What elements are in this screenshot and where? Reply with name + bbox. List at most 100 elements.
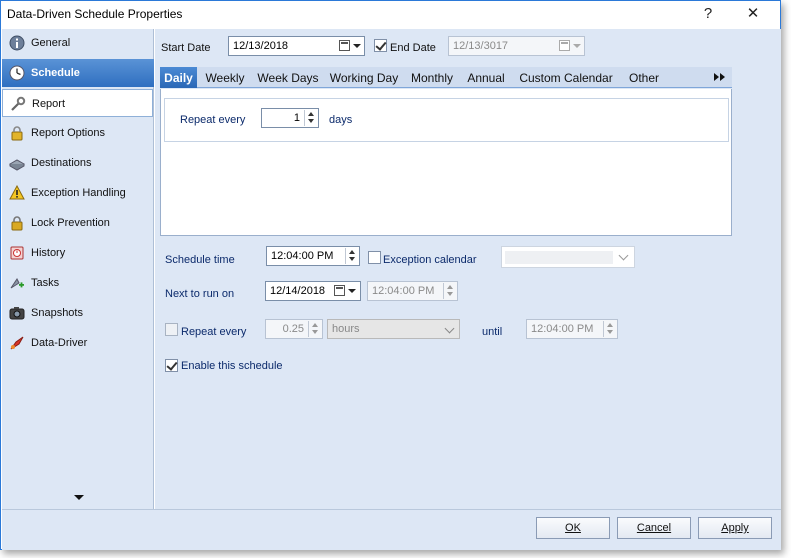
cancel-button-label: Cancel: [636, 522, 672, 534]
repeat-interval-value: 0.25: [282, 323, 304, 335]
repeat-every-days-label: Repeat every: [180, 114, 246, 126]
title-bar: Data-Driven Schedule Properties ? ✕: [1, 1, 780, 29]
hard-drive-icon: [9, 159, 25, 171]
repeat-every-group: Repeat every 1 days: [164, 98, 729, 142]
wrench-icon: [11, 96, 26, 111]
sidebar-item-label: Data-Driver: [31, 337, 88, 349]
stepper-arrows-icon[interactable]: [304, 110, 317, 126]
dialog-footer: OK Cancel Apply: [2, 509, 781, 550]
tab-other[interactable]: Other: [625, 67, 663, 88]
cancel-button[interactable]: Cancel: [617, 517, 691, 539]
apply-button[interactable]: Apply: [698, 517, 772, 539]
sidebar-item-label: History: [31, 247, 66, 259]
start-date-label: Start Date: [161, 42, 211, 54]
repeat-unit-value: hours: [332, 323, 360, 335]
sidebar-item-report-options[interactable]: Report Options: [2, 119, 154, 147]
recurrence-tabs: Daily Weekly Week Days Working Day Month…: [160, 67, 732, 88]
sidebar-item-snapshots[interactable]: Snapshots: [2, 299, 154, 327]
next-to-run-label: Next to run on: [165, 288, 235, 300]
schedule-time-label: Schedule time: [165, 254, 235, 266]
repeat-every-label: Repeat every: [181, 326, 247, 338]
sidebar-item-report[interactable]: Report: [2, 89, 153, 117]
stepper-arrows-icon[interactable]: [603, 321, 616, 337]
camera-icon: [9, 307, 25, 320]
schedule-panel: Start Date 12/13/2018 End Date 12/13/301…: [155, 29, 781, 509]
start-date-picker[interactable]: 12/13/2018: [228, 36, 365, 56]
warning-icon: [9, 185, 25, 200]
calendar-dropdown-icon[interactable]: [334, 284, 356, 298]
tab-working-day[interactable]: Working Day: [328, 67, 400, 88]
schedule-time-stepper[interactable]: 12:04:00 PM: [266, 246, 360, 266]
calendar-dropdown-icon[interactable]: [339, 39, 361, 53]
sidebar-item-lock-prevention[interactable]: Lock Prevention: [2, 209, 154, 237]
sidebar-item-general[interactable]: General: [2, 29, 154, 57]
close-button[interactable]: ✕: [738, 3, 768, 27]
stepper-arrows-icon[interactable]: [308, 321, 321, 337]
repeat-every-unit-label: days: [329, 114, 353, 126]
start-date-value: 12/13/2018: [233, 40, 289, 52]
sidebar-item-label: Snapshots: [31, 307, 83, 319]
repeat-unit-select[interactable]: hours: [327, 319, 460, 339]
sidebar-item-label: Report: [32, 98, 66, 110]
daily-tab-panel: Repeat every 1 days: [160, 89, 732, 236]
sidebar-item-label: Destinations: [31, 157, 92, 169]
window-title: Data-Driven Schedule Properties: [7, 7, 183, 21]
chevron-down-icon: [618, 250, 629, 261]
tab-weekly[interactable]: Weekly: [201, 67, 249, 88]
apply-button-label: Apply: [721, 522, 749, 534]
sidebar-more-arrow-icon[interactable]: [74, 495, 84, 500]
tab-custom-calendar[interactable]: Custom Calendar: [516, 67, 616, 88]
end-date-checkbox[interactable]: [374, 39, 387, 52]
enable-schedule-label: Enable this schedule: [181, 360, 283, 372]
tasks-icon: [10, 278, 24, 289]
info-icon: [9, 35, 25, 51]
sidebar-item-history[interactable]: History: [2, 239, 154, 267]
repeat-every-days-stepper[interactable]: 1: [261, 108, 319, 128]
sidebar-item-label: Tasks: [31, 277, 60, 289]
exception-calendar-label: Exception calendar: [383, 254, 477, 266]
until-time-value: 12:04:00 PM: [531, 323, 594, 335]
clock-icon: [9, 65, 25, 81]
exception-calendar-checkbox[interactable]: [368, 251, 381, 264]
tab-annual[interactable]: Annual: [465, 67, 507, 88]
sidebar-item-destinations[interactable]: Destinations: [2, 149, 154, 177]
enable-schedule-checkbox[interactable]: [165, 359, 178, 372]
sidebar-item-tasks[interactable]: Tasks: [2, 269, 154, 297]
repeat-every-days-value: 1: [293, 112, 300, 124]
lock-icon: [11, 126, 23, 141]
until-label: until: [482, 326, 503, 338]
stepper-arrows-icon[interactable]: [345, 248, 358, 264]
help-button[interactable]: ?: [693, 3, 723, 27]
sidebar-item-schedule[interactable]: Schedule: [2, 59, 154, 87]
padlock-icon: [11, 216, 23, 231]
next-run-time-stepper[interactable]: 12:04:00 PM: [367, 281, 458, 301]
dialog-window: Data-Driven Schedule Properties ? ✕ Gene…: [0, 0, 781, 550]
next-run-time-value: 12:04:00 PM: [372, 285, 435, 297]
sidebar-item-exception-handling[interactable]: Exception Handling: [2, 179, 154, 207]
sidebar-item-label: Lock Prevention: [31, 217, 110, 229]
chevron-down-icon: [444, 323, 455, 334]
repeat-every-checkbox[interactable]: [165, 323, 178, 336]
sidebar-item-data-driver[interactable]: Data-Driver: [2, 329, 154, 357]
repeat-interval-stepper[interactable]: 0.25: [265, 319, 323, 339]
tab-monthly[interactable]: Monthly: [408, 67, 456, 88]
end-date-value: 12/13/3017: [453, 40, 509, 52]
ok-button-label: OK: [565, 522, 581, 534]
schedule-time-value: 12:04:00 PM: [271, 250, 334, 262]
sidebar-item-label: Schedule: [31, 67, 80, 79]
tab-scroll-right-icon[interactable]: [714, 73, 726, 82]
stepper-arrows-icon[interactable]: [443, 283, 456, 299]
tab-daily[interactable]: Daily: [160, 67, 197, 88]
ok-button[interactable]: OK: [536, 517, 610, 539]
until-time-stepper[interactable]: 12:04:00 PM: [526, 319, 618, 339]
next-run-date-picker[interactable]: 12/14/2018: [265, 281, 361, 301]
exception-calendar-select[interactable]: [501, 246, 635, 268]
sidebar-item-label: Report Options: [31, 127, 105, 139]
sidebar: General Schedule Report Report Options D…: [2, 29, 154, 509]
history-icon: [10, 246, 24, 260]
end-date-label: End Date: [390, 42, 436, 54]
calendar-dropdown-icon[interactable]: [559, 39, 581, 53]
tab-week-days[interactable]: Week Days: [255, 67, 321, 88]
end-date-picker[interactable]: 12/13/3017: [448, 36, 585, 56]
data-driver-icon: [10, 336, 24, 350]
